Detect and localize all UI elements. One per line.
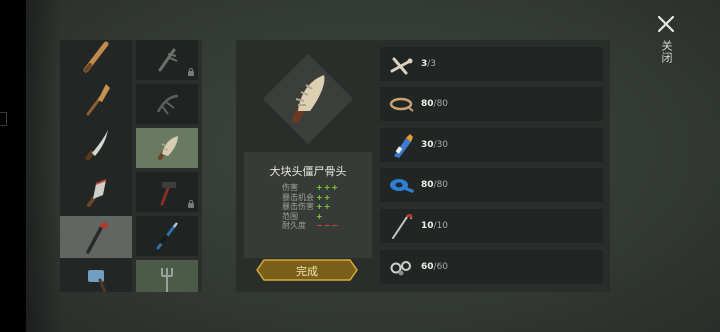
category-machete[interactable] xyxy=(60,124,132,166)
stat-name: 暴击伤害 xyxy=(282,202,314,211)
item-stats: 伤害 +++ 暴击机会 ++ 暴击伤害 ++ 范围 + 耐久度 −−− xyxy=(282,183,352,231)
stat-value: ++ xyxy=(316,202,332,211)
glue-tube-icon xyxy=(394,134,413,158)
stat-name: 范围 xyxy=(282,211,298,221)
cleaver-icon xyxy=(87,179,107,207)
blue-tape-icon xyxy=(390,179,414,193)
material-count: 80/80 xyxy=(421,180,449,190)
big-zombie-bone-icon xyxy=(158,136,178,160)
item-name: 大块头僵尸骨头 xyxy=(269,165,347,178)
material-row: 10/10 xyxy=(380,209,603,243)
recipe-item[interactable] xyxy=(136,40,198,80)
baseball-bat-icon xyxy=(83,41,109,73)
material-row: 3/3 xyxy=(380,47,603,81)
recipe-item-selected[interactable] xyxy=(136,128,198,168)
category-crowbar[interactable] xyxy=(60,216,132,258)
material-count: 3/3 xyxy=(421,59,437,69)
stat-name: 暴击机会 xyxy=(282,192,314,202)
lock-icon xyxy=(188,68,194,76)
stat-row-durability: 耐久度 −−− xyxy=(282,221,352,231)
stat-name: 耐久度 xyxy=(282,221,306,230)
recipe-item[interactable] xyxy=(136,260,198,292)
edge-shadow xyxy=(26,0,62,332)
category-baseball-bat[interactable] xyxy=(60,40,132,78)
sledgehammer-icon xyxy=(88,270,107,292)
stat-row-crit-damage: 暴击伤害 ++ xyxy=(282,202,352,212)
close-icon xyxy=(657,15,675,33)
category-sledgehammer[interactable] xyxy=(60,260,132,292)
recipe-item[interactable] xyxy=(136,84,198,124)
stat-name: 伤害 xyxy=(282,183,298,192)
fork-icon xyxy=(161,268,173,292)
crowbar-icon xyxy=(86,222,108,254)
recipe-list[interactable] xyxy=(132,40,202,292)
material-row: 80/80 xyxy=(380,168,603,202)
material-count: 30/30 xyxy=(421,140,449,150)
stat-value: +++ xyxy=(316,183,340,192)
bone-claw-icon xyxy=(156,94,179,115)
blue-spear-icon xyxy=(156,222,178,250)
recipe-item[interactable] xyxy=(136,216,198,256)
material-row: 30/30 xyxy=(380,128,603,162)
recipe-item[interactable] xyxy=(136,172,198,212)
bones-icon xyxy=(390,57,413,75)
stat-row-damage: 伤害 +++ xyxy=(282,183,352,193)
lock-icon xyxy=(188,200,194,208)
material-count: 60/60 xyxy=(421,262,449,272)
hammer-icon xyxy=(160,182,176,206)
craft-button[interactable]: 完成 xyxy=(256,259,358,281)
craft-button-label: 完成 xyxy=(296,265,318,278)
stat-value: ++ xyxy=(316,192,332,202)
material-count: 10/10 xyxy=(421,221,449,231)
stat-value: + xyxy=(316,211,324,221)
material-row: 60/60 xyxy=(380,250,603,284)
weapon-category-list[interactable] xyxy=(60,40,132,292)
bone-spike-icon xyxy=(158,48,178,72)
nuts-bolts-icon xyxy=(390,261,411,276)
category-wooden-paddle[interactable] xyxy=(60,78,132,120)
device-notch xyxy=(0,112,7,126)
metal-rod-icon xyxy=(392,213,413,239)
material-count: 80/80 xyxy=(421,99,449,109)
category-cleaver[interactable] xyxy=(60,170,132,212)
material-row: 80/80 xyxy=(380,87,603,121)
device-edge xyxy=(0,0,26,332)
close-button[interactable] xyxy=(652,10,680,38)
rope-icon xyxy=(389,97,414,112)
wooden-paddle-icon xyxy=(86,84,110,116)
stat-row-crit-chance: 暴击机会 ++ xyxy=(282,193,352,203)
close-label: 关闭 xyxy=(660,40,673,64)
machete-icon xyxy=(85,130,108,161)
big-zombie-bone-icon xyxy=(292,75,325,123)
stat-value: −−− xyxy=(316,221,340,230)
stat-row-range: 范围 + xyxy=(282,212,352,222)
